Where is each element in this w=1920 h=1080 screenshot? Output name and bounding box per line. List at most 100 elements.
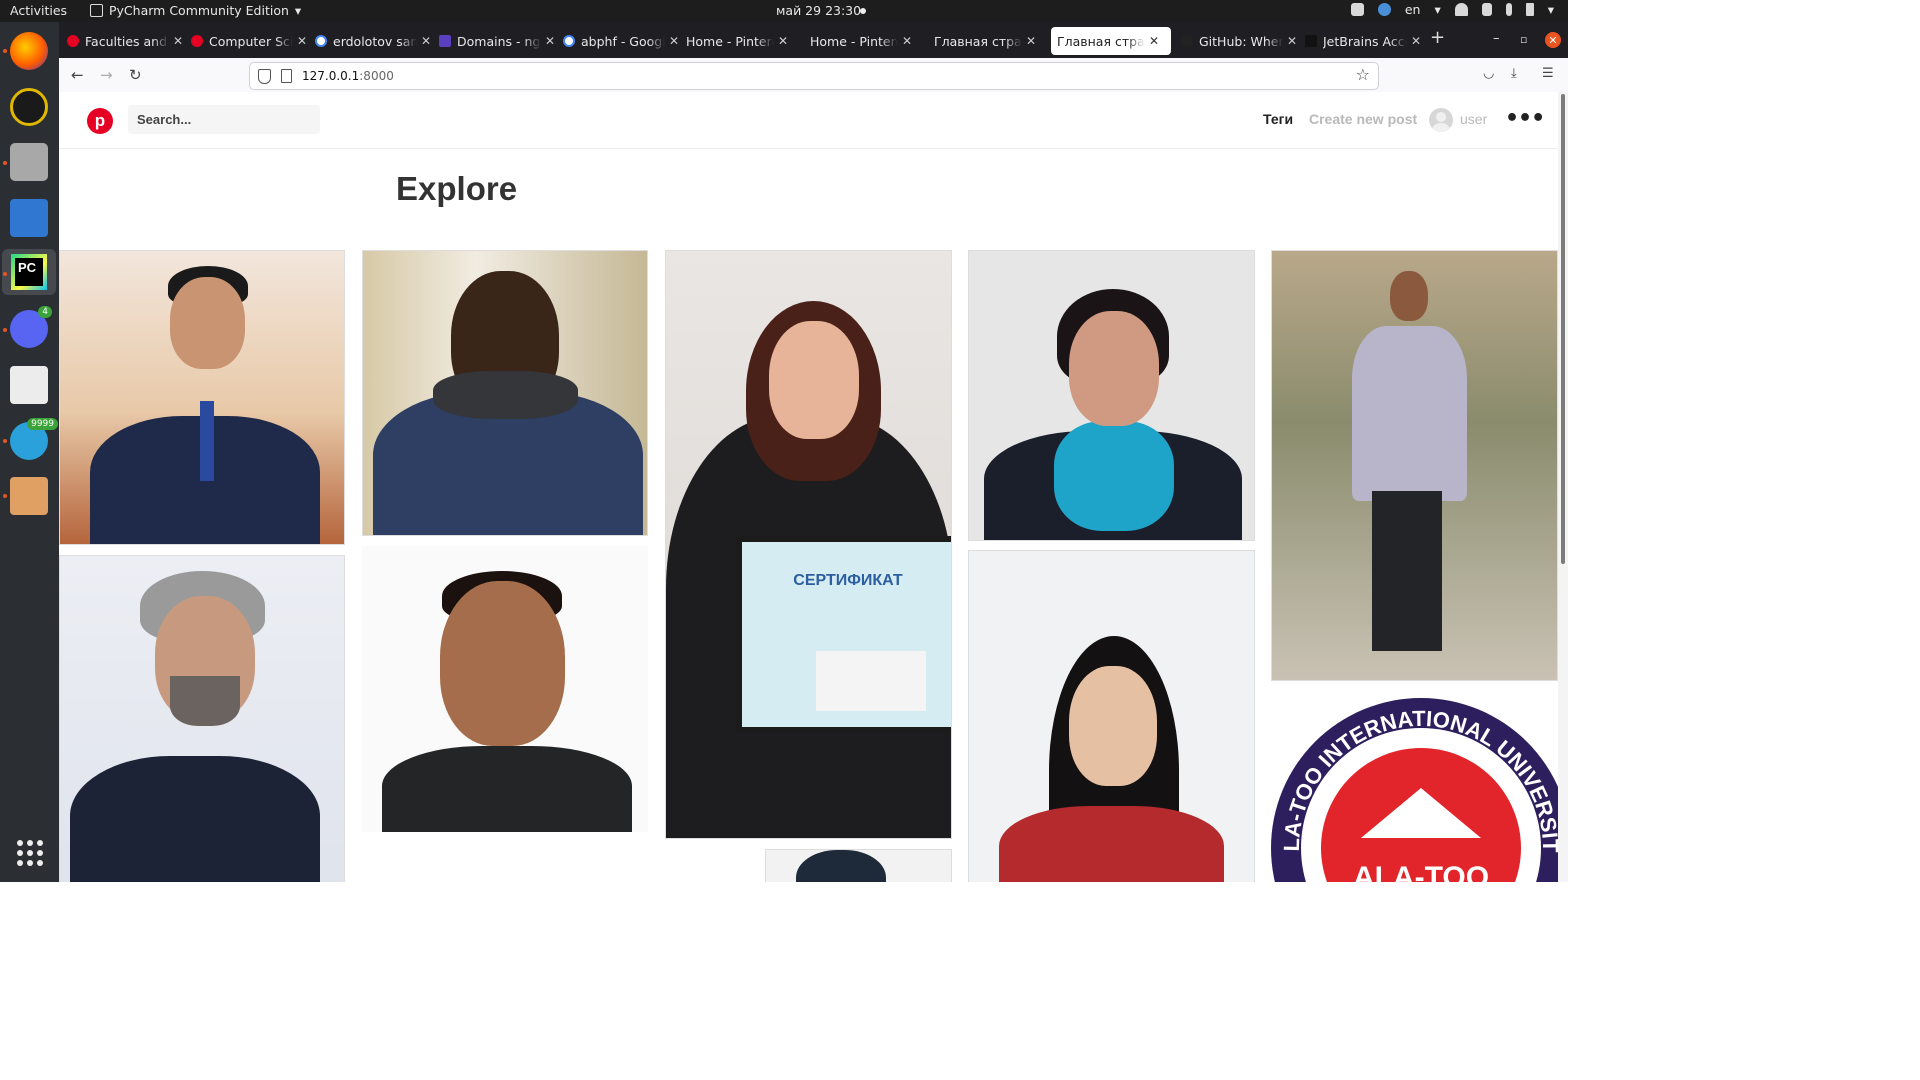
close-tab-icon[interactable]: ✕ (1149, 34, 1159, 48)
seal-ring-label: ALA-TOO INTERNATIONAL UNIVERSITY (1271, 698, 1558, 853)
pinterest-logo-icon[interactable]: p (87, 108, 113, 134)
google-favicon-icon (563, 35, 575, 47)
browser-tab[interactable]: GitHub: Where ✕ (1181, 27, 1297, 55)
pin-card[interactable]: ALA-TOO ALA-TOO INTERNATIONAL UNIVERSITY (1271, 690, 1558, 882)
dock-item-pycharm[interactable]: PC (2, 249, 56, 295)
clock[interactable]: май 29 23:30 (776, 3, 861, 18)
tab-title: Computer Scie (209, 33, 293, 49)
pin-card[interactable] (362, 844, 648, 882)
wifi-icon[interactable] (1454, 3, 1468, 16)
globe-tray-icon[interactable] (1377, 3, 1391, 16)
scrollbar-thumb[interactable] (1561, 94, 1565, 564)
pin-card[interactable]: СЕРТИФИКАТ (665, 250, 952, 839)
pocket-icon[interactable]: ◡ (1483, 66, 1494, 81)
firefox-icon[interactable] (10, 32, 48, 70)
battery-icon[interactable] (1525, 3, 1534, 16)
page-info-icon[interactable] (281, 69, 292, 83)
bookmark-star-icon[interactable]: ☆ (1356, 65, 1370, 84)
pin-card[interactable] (1271, 250, 1558, 681)
browser-tab[interactable]: Faculties and c ✕ (67, 27, 183, 55)
pin-card[interactable] (968, 250, 1255, 541)
maximize-icon[interactable]: ▫ (1520, 33, 1527, 46)
web-page: p Теги Create new post user ••• Explore (59, 92, 1558, 882)
pin-card[interactable] (765, 849, 952, 882)
system-tray: en ▾ ▾ (1350, 2, 1554, 17)
browser-tab-active[interactable]: Главная страниц ✕ (1051, 27, 1171, 55)
close-tab-icon[interactable]: ✕ (173, 34, 183, 48)
university-seal-icon: ALA-TOO ALA-TOO INTERNATIONAL UNIVERSITY (1271, 698, 1558, 882)
running-indicator (3, 439, 7, 443)
pin-card[interactable] (59, 555, 345, 882)
system-top-bar: Activities PyCharm Community Edition ▾ м… (0, 0, 1568, 22)
tab-title: GitHub: Where (1199, 33, 1283, 49)
url-bar[interactable]: 127.0.0.1:8000 ☆ (249, 62, 1379, 90)
keyboard-layout-indicator[interactable]: en (1405, 2, 1421, 17)
tab-title: Home - Pinteres (686, 33, 774, 49)
close-tab-icon[interactable]: ✕ (669, 34, 679, 48)
close-tab-icon[interactable]: ✕ (1287, 34, 1297, 48)
app-menu[interactable]: PyCharm Community Edition ▾ (90, 3, 301, 18)
archive-manager-icon[interactable] (10, 477, 48, 515)
writer-icon[interactable] (10, 199, 48, 237)
close-window-icon[interactable]: ✕ (1545, 32, 1561, 48)
discord-icon[interactable]: 4 (10, 306, 52, 348)
tab-title: Home - Pinteres (810, 33, 898, 49)
close-tab-icon[interactable]: ✕ (297, 34, 307, 48)
tab-title: Faculties and c (85, 33, 169, 49)
pinterest-favicon-icon (67, 35, 79, 47)
reload-icon[interactable]: ↻ (129, 66, 142, 84)
browser-tab[interactable]: Home - Pinteres ✕ (686, 27, 802, 55)
close-tab-icon[interactable]: ✕ (902, 34, 912, 48)
chevron-down-icon: ▾ (1434, 2, 1441, 17)
menu-icon[interactable]: ☰ (1542, 66, 1554, 81)
microphone-icon[interactable] (1505, 3, 1512, 16)
new-tab-button[interactable]: + (1430, 27, 1445, 48)
back-arrow-icon[interactable]: ← (71, 66, 84, 84)
more-options-icon[interactable]: ••• (1505, 106, 1545, 131)
nav-link-user[interactable]: user (1460, 111, 1487, 127)
discord-tray-icon[interactable] (1350, 3, 1364, 16)
tab-title: Domains - ngr (457, 33, 541, 49)
pin-card[interactable] (362, 250, 648, 536)
browser-toolbar: ← → ↻ 127.0.0.1:8000 ☆ ◡ ⤓ ☰ (59, 58, 1568, 93)
close-tab-icon[interactable]: ✕ (545, 34, 555, 48)
document-viewer-icon[interactable] (10, 366, 48, 404)
avatar[interactable] (1429, 108, 1453, 132)
url-text[interactable]: 127.0.0.1:8000 (302, 69, 394, 83)
browser-tab[interactable]: erdolotov san ✕ (315, 27, 431, 55)
url-port: :8000 (359, 69, 394, 83)
browser-tab[interactable]: Computer Scie ✕ (191, 27, 307, 55)
files-icon[interactable] (10, 143, 48, 181)
close-tab-icon[interactable]: ✕ (778, 34, 788, 48)
google-favicon-icon (315, 35, 327, 47)
shield-icon[interactable] (258, 68, 271, 84)
nav-link-tags[interactable]: Теги (1263, 111, 1293, 127)
site-header: p Теги Create new post user ••• (59, 92, 1558, 149)
rhythmbox-icon[interactable] (10, 88, 48, 126)
browser-tab[interactable]: JetBrains Acco ✕ (1305, 27, 1421, 55)
page-scrollbar[interactable] (1558, 92, 1568, 882)
forward-arrow-icon[interactable]: → (100, 66, 113, 84)
minimize-icon[interactable]: – (1493, 31, 1500, 46)
url-host: 127.0.0.1 (302, 69, 360, 83)
pin-card[interactable] (968, 550, 1255, 882)
show-applications-icon[interactable] (17, 840, 43, 866)
activities-button[interactable]: Activities (10, 3, 67, 18)
pycharm-icon: PC (11, 254, 47, 290)
browser-tab[interactable]: Domains - ngr ✕ (439, 27, 555, 55)
browser-tab[interactable]: Главная страниц ✕ (934, 27, 1050, 55)
pin-card[interactable] (59, 250, 345, 545)
ngrok-favicon-icon (439, 35, 451, 47)
browser-tab[interactable]: Home - Pinteres ✕ (810, 27, 926, 55)
chevron-down-icon[interactable]: ▾ (1548, 2, 1554, 17)
close-tab-icon[interactable]: ✕ (421, 34, 431, 48)
pin-card[interactable] (362, 546, 648, 832)
nav-link-create-post[interactable]: Create new post (1309, 111, 1417, 127)
search-input[interactable] (128, 105, 320, 134)
close-tab-icon[interactable]: ✕ (1026, 34, 1036, 48)
telegram-icon[interactable]: 9999 (10, 418, 58, 460)
volume-icon[interactable] (1481, 3, 1492, 16)
browser-tab[interactable]: abphf - Google ✕ (563, 27, 679, 55)
download-icon[interactable]: ⤓ (1511, 66, 1517, 81)
close-tab-icon[interactable]: ✕ (1411, 34, 1421, 48)
